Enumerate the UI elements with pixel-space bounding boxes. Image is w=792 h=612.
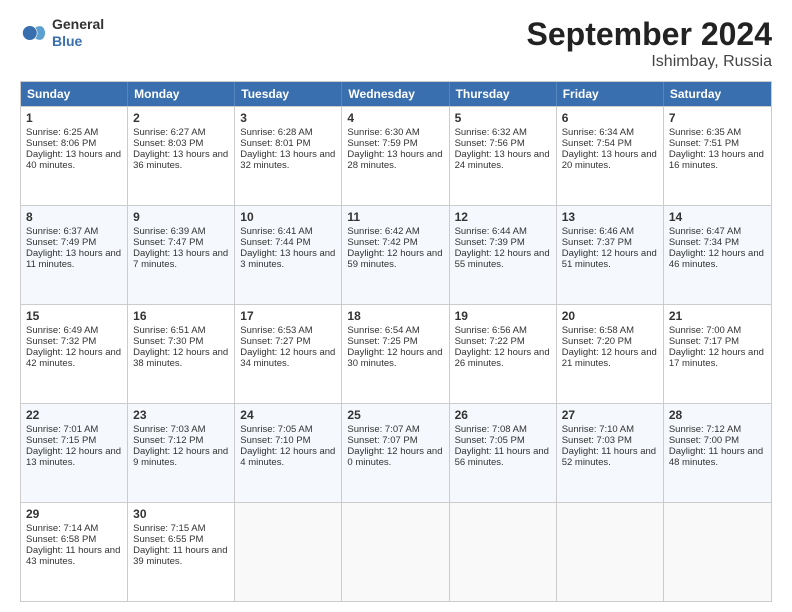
title-block: September 2024 Ishimbay, Russia [527,16,772,71]
logo: General Blue [20,16,104,50]
day-22: 22 Sunrise: 7:01 AM Sunset: 7:15 PM Dayl… [21,404,128,502]
empty-cell-2 [342,503,449,601]
header-monday: Monday [128,82,235,106]
day-10: 10 Sunrise: 6:41 AM Sunset: 7:44 PM Dayl… [235,206,342,304]
day-4: 4 Sunrise: 6:30 AM Sunset: 7:59 PM Dayli… [342,107,449,205]
day-28: 28 Sunrise: 7:12 AM Sunset: 7:00 PM Dayl… [664,404,771,502]
day-5: 5 Sunrise: 6:32 AM Sunset: 7:56 PM Dayli… [450,107,557,205]
day-17: 17 Sunrise: 6:53 AM Sunset: 7:27 PM Dayl… [235,305,342,403]
week-row-2: 8 Sunrise: 6:37 AM Sunset: 7:49 PM Dayli… [21,205,771,304]
day-20: 20 Sunrise: 6:58 AM Sunset: 7:20 PM Dayl… [557,305,664,403]
header-saturday: Saturday [664,82,771,106]
day-24: 24 Sunrise: 7:05 AM Sunset: 7:10 PM Dayl… [235,404,342,502]
day-2: 2 Sunrise: 6:27 AM Sunset: 8:03 PM Dayli… [128,107,235,205]
empty-cell-4 [557,503,664,601]
day-21: 21 Sunrise: 7:00 AM Sunset: 7:17 PM Dayl… [664,305,771,403]
week-row-5: 29 Sunrise: 7:14 AM Sunset: 6:58 PM Dayl… [21,502,771,601]
day-14: 14 Sunrise: 6:47 AM Sunset: 7:34 PM Dayl… [664,206,771,304]
location: Ishimbay, Russia [527,53,772,71]
header-thursday: Thursday [450,82,557,106]
calendar-page: General Blue September 2024 Ishimbay, Ru… [0,0,792,612]
week-row-3: 15 Sunrise: 6:49 AM Sunset: 7:32 PM Dayl… [21,304,771,403]
empty-cell-1 [235,503,342,601]
day-15: 15 Sunrise: 6:49 AM Sunset: 7:32 PM Dayl… [21,305,128,403]
day-12: 12 Sunrise: 6:44 AM Sunset: 7:39 PM Dayl… [450,206,557,304]
calendar: Sunday Monday Tuesday Wednesday Thursday… [20,81,772,602]
day-6: 6 Sunrise: 6:34 AM Sunset: 7:54 PM Dayli… [557,107,664,205]
day-30: 30 Sunrise: 7:15 AM Sunset: 6:55 PM Dayl… [128,503,235,601]
page-header: General Blue September 2024 Ishimbay, Ru… [20,16,772,71]
empty-cell-5 [664,503,771,601]
day-27: 27 Sunrise: 7:10 AM Sunset: 7:03 PM Dayl… [557,404,664,502]
day-26: 26 Sunrise: 7:08 AM Sunset: 7:05 PM Dayl… [450,404,557,502]
day-23: 23 Sunrise: 7:03 AM Sunset: 7:12 PM Dayl… [128,404,235,502]
day-8: 8 Sunrise: 6:37 AM Sunset: 7:49 PM Dayli… [21,206,128,304]
week-row-4: 22 Sunrise: 7:01 AM Sunset: 7:15 PM Dayl… [21,403,771,502]
day-11: 11 Sunrise: 6:42 AM Sunset: 7:42 PM Dayl… [342,206,449,304]
day-18: 18 Sunrise: 6:54 AM Sunset: 7:25 PM Dayl… [342,305,449,403]
header-wednesday: Wednesday [342,82,449,106]
logo-icon [20,19,48,47]
day-3: 3 Sunrise: 6:28 AM Sunset: 8:01 PM Dayli… [235,107,342,205]
day-19: 19 Sunrise: 6:56 AM Sunset: 7:22 PM Dayl… [450,305,557,403]
logo-line1: General [52,16,104,33]
day-9: 9 Sunrise: 6:39 AM Sunset: 7:47 PM Dayli… [128,206,235,304]
header-friday: Friday [557,82,664,106]
calendar-body: 1 Sunrise: 6:25 AM Sunset: 8:06 PM Dayli… [21,106,771,601]
empty-cell-3 [450,503,557,601]
day-1: 1 Sunrise: 6:25 AM Sunset: 8:06 PM Dayli… [21,107,128,205]
week-row-1: 1 Sunrise: 6:25 AM Sunset: 8:06 PM Dayli… [21,106,771,205]
day-16: 16 Sunrise: 6:51 AM Sunset: 7:30 PM Dayl… [128,305,235,403]
header-tuesday: Tuesday [235,82,342,106]
logo-line2: Blue [52,33,104,50]
day-29: 29 Sunrise: 7:14 AM Sunset: 6:58 PM Dayl… [21,503,128,601]
header-sunday: Sunday [21,82,128,106]
day-25: 25 Sunrise: 7:07 AM Sunset: 7:07 PM Dayl… [342,404,449,502]
day-7: 7 Sunrise: 6:35 AM Sunset: 7:51 PM Dayli… [664,107,771,205]
day-13: 13 Sunrise: 6:46 AM Sunset: 7:37 PM Dayl… [557,206,664,304]
calendar-header: Sunday Monday Tuesday Wednesday Thursday… [21,82,771,106]
month-title: September 2024 [527,16,772,53]
